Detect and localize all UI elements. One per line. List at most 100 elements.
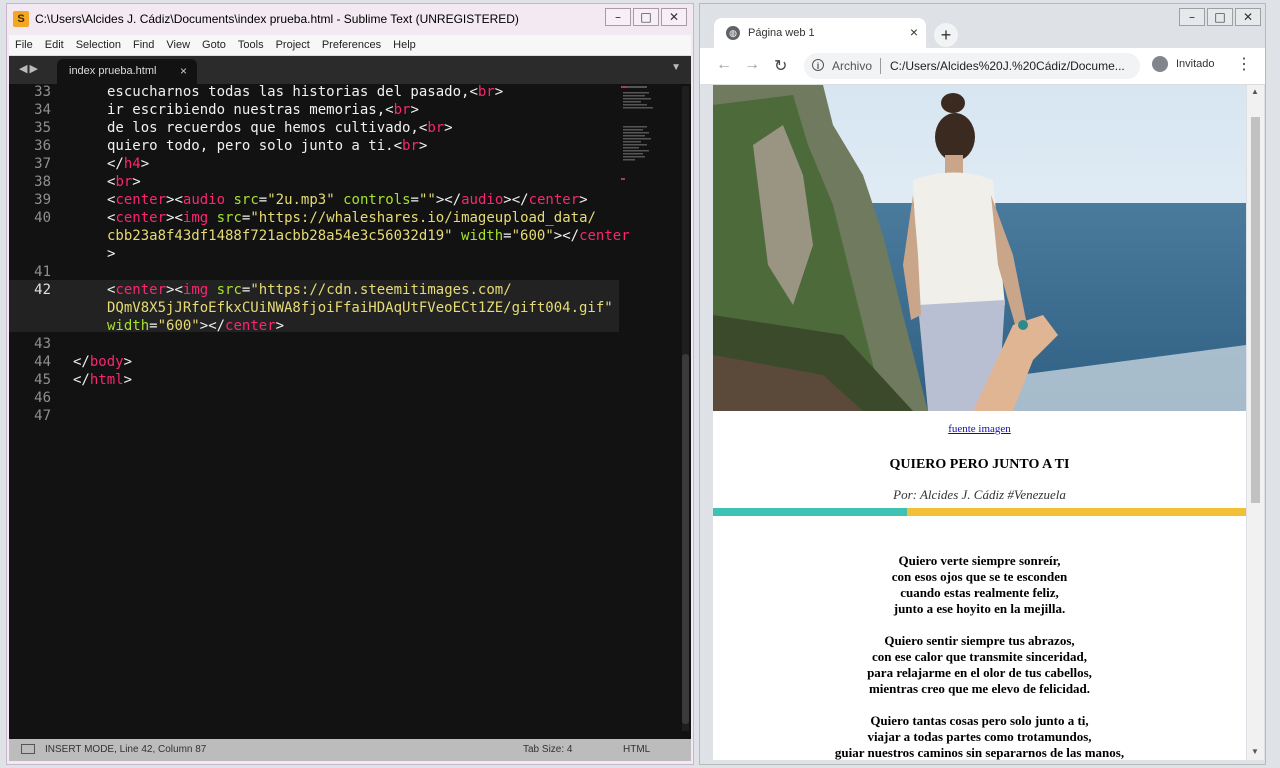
tab-close-icon[interactable]: × <box>180 64 187 78</box>
poem-line: Quiero sentir siempre tus abrazos, <box>884 633 1075 648</box>
kebab-menu-icon[interactable]: ⋮ <box>1236 54 1252 74</box>
code-text-segment: quiero todo, pero solo junto a ti. <box>107 138 394 154</box>
punct: > <box>444 120 453 136</box>
attr-name: src <box>216 210 242 226</box>
punct: = <box>258 192 268 208</box>
punct: > <box>435 192 445 208</box>
code-line: <br> <box>107 174 141 190</box>
profile-label: Invitado <box>1176 58 1215 70</box>
punct: > <box>503 192 512 208</box>
punct: > <box>553 228 563 244</box>
menu-goto[interactable]: Goto <box>196 39 232 51</box>
status-syntax[interactable]: HTML <box>623 744 650 755</box>
minimize-icon[interactable]: – <box>1179 8 1205 26</box>
info-icon[interactable]: i <box>812 59 824 71</box>
punct: > <box>418 138 428 154</box>
maximize-icon[interactable]: □ <box>1207 8 1233 26</box>
menu-help[interactable]: Help <box>387 39 422 51</box>
menu-find[interactable]: Find <box>127 39 160 51</box>
line-number: 41 <box>34 264 51 280</box>
line-number: 45 <box>34 372 51 388</box>
chrome-toolbar: ← → ↻ i Archivo C:/Users/Alcides%20J.%20… <box>700 48 1265 85</box>
code-line-wrap: DQmV8X5jJRfoEfkxCUiNWA8fjoiFfaiHDAqUtFVe… <box>107 300 613 316</box>
line-number: 38 <box>34 174 51 190</box>
page-scrollbar[interactable]: ▲ ▼ <box>1247 85 1264 760</box>
punct: </ <box>107 156 124 172</box>
scroll-up-icon[interactable]: ▲ <box>1251 87 1259 96</box>
code-editor[interactable]: 33 34 35 36 37 38 39 40 41 42 43 44 45 4… <box>9 84 691 739</box>
line-number: 37 <box>34 156 51 172</box>
close-icon[interactable]: × <box>910 24 918 40</box>
editor-scrollbar-thumb[interactable] <box>682 354 689 724</box>
back-arrow-icon[interactable]: ← <box>716 56 732 74</box>
maximize-icon[interactable]: □ <box>633 8 659 26</box>
editor-scrollbar[interactable] <box>682 86 689 731</box>
menu-preferences[interactable]: Preferences <box>316 39 387 51</box>
punct: > <box>410 102 419 118</box>
attr-name: controls <box>343 192 411 208</box>
poem-line: viajar a todas partes como trotamundos, <box>867 729 1092 744</box>
omnibox-chip[interactable]: Archivo <box>832 59 872 73</box>
attr-name: src <box>216 282 242 298</box>
punct: < <box>385 102 394 118</box>
profile-button[interactable]: Invitado <box>1152 56 1215 72</box>
punct: > <box>132 174 141 190</box>
menu-selection[interactable]: Selection <box>70 39 127 51</box>
page-scrollbar-thumb[interactable] <box>1251 117 1260 503</box>
tag-name: br <box>393 102 411 118</box>
tab-nav-arrows-icon[interactable]: ◀▶ <box>19 62 40 75</box>
close-icon[interactable]: ✕ <box>661 8 687 26</box>
punct: < <box>174 282 183 298</box>
code-line: de los recuerdos que hemos cultivado,<br… <box>107 120 453 136</box>
tab-label: index prueba.html <box>69 65 157 77</box>
tag-name: center <box>528 192 580 208</box>
plus-icon[interactable]: + <box>934 23 958 47</box>
browser-tab[interactable]: ◍ Página web 1 × <box>714 18 926 48</box>
forward-arrow-icon[interactable]: → <box>744 56 760 74</box>
line-number-gutter: 33 34 35 36 37 38 39 40 41 42 43 44 45 4… <box>9 84 61 739</box>
poem-line: mientras creo que me elevo de felicidad. <box>868 681 1091 696</box>
chevron-down-icon[interactable]: ▼ <box>671 62 681 73</box>
punct: < <box>174 192 183 208</box>
punct: </ <box>73 372 90 388</box>
url-text[interactable]: C:/Users/Alcides%20J.%20Cádiz/Docume... <box>890 59 1134 73</box>
tab-index-prueba[interactable]: index prueba.html × <box>57 59 197 84</box>
attr-name: width <box>461 228 504 244</box>
line-number: 40 <box>34 210 51 226</box>
poem-line: con esos ojos que se te esconden <box>891 569 1068 584</box>
console-icon[interactable] <box>21 744 35 754</box>
menu-project[interactable]: Project <box>270 39 316 51</box>
scroll-down-icon[interactable]: ▼ <box>1251 747 1259 756</box>
address-bar[interactable]: i Archivo C:/Users/Alcides%20J.%20Cádiz/… <box>804 53 1140 79</box>
avatar-icon <box>1152 56 1168 72</box>
poem-line: Quiero tantas cosas pero solo junto a ti… <box>870 713 1089 728</box>
line-number: 36 <box>34 138 51 154</box>
minimize-icon[interactable]: – <box>605 8 631 26</box>
menu-edit[interactable]: Edit <box>39 39 70 51</box>
attr-name: width <box>107 318 150 334</box>
menu-file[interactable]: File <box>9 39 39 51</box>
tab-bar: ◀▶ index prueba.html × ▼ <box>9 56 691 84</box>
close-icon[interactable]: ✕ <box>1235 8 1261 26</box>
punct: </ <box>73 354 90 370</box>
photo-source-link[interactable]: fuente imagen <box>713 423 1246 435</box>
punct: </ <box>444 192 462 208</box>
page-viewport[interactable]: fuente imagen QUIERO PERO JUNTO A TI Por… <box>713 85 1246 760</box>
tag-name: img <box>182 282 209 298</box>
tag-name: br <box>477 84 495 100</box>
reload-icon[interactable]: ↻ <box>774 56 787 76</box>
tag-name: audio <box>461 192 504 208</box>
attr-value: cbb23a8f43df1488f721acbb28a54e3c56032d19… <box>107 228 453 244</box>
menu-view[interactable]: View <box>160 39 196 51</box>
code-line: <center><img src="https://whaleshares.io… <box>107 210 596 226</box>
status-tab-size[interactable]: Tab Size: 4 <box>523 744 572 755</box>
code-text: escucharnos todas las historias del pasa… <box>67 84 630 739</box>
poem-line: guiar nuestros caminos sin separarnos de… <box>834 745 1125 760</box>
minimap[interactable] <box>621 86 661 186</box>
poem-title: QUIERO PERO JUNTO A TI <box>889 457 1070 472</box>
tag-name: center <box>115 210 167 226</box>
menu-tools[interactable]: Tools <box>232 39 270 51</box>
attr-name: src <box>233 192 259 208</box>
poem-author: Por: Alcides J. Cádiz #Venezuela <box>893 487 1066 502</box>
tag-name: br <box>115 174 133 190</box>
